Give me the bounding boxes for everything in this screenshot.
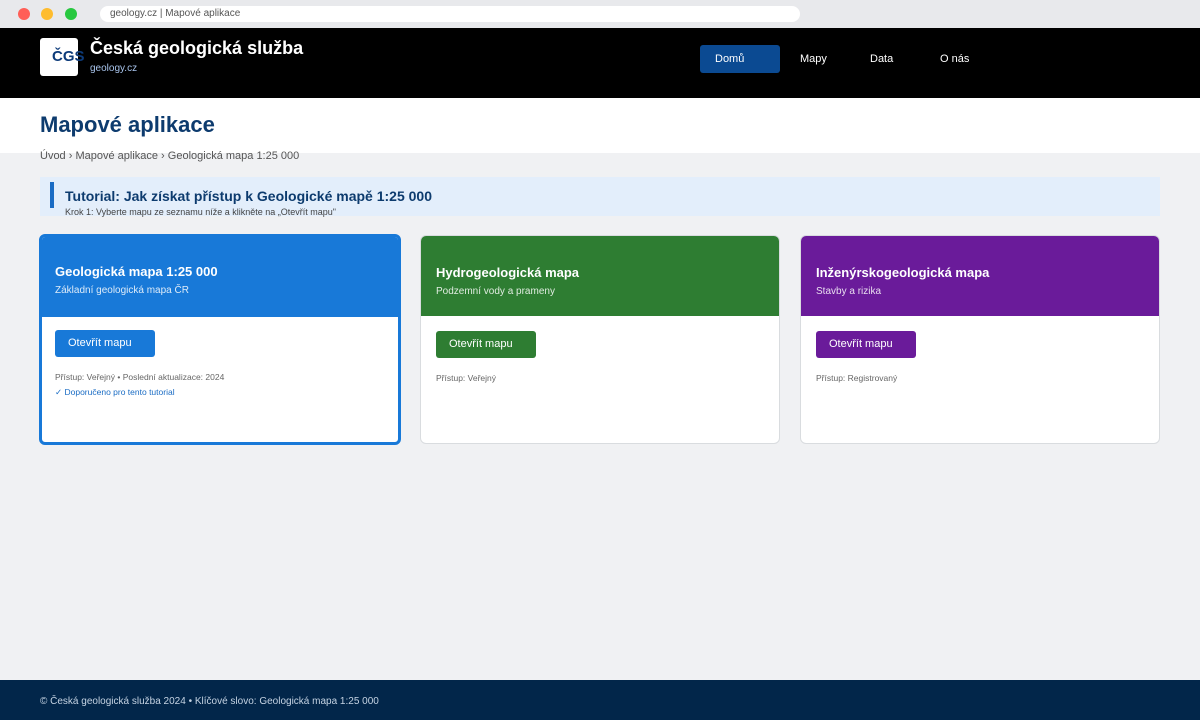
map-card-hydrogeologicka[interactable]: Hydrogeologická mapa Podzemní vody a pra… [420, 235, 780, 444]
maximize-window-icon[interactable] [65, 8, 77, 20]
tutorial-accent-bar [50, 182, 54, 208]
card-title: Inženýrskogeologická mapa [816, 265, 990, 280]
nav-item-mapy[interactable]: Mapy [785, 45, 827, 73]
card-meta: Přístup: Veřejný [436, 373, 497, 383]
card-title: Hydrogeologická mapa [436, 265, 580, 280]
open-map-button[interactable]: Otevřít mapu [816, 331, 916, 358]
card-meta: Přístup: Veřejný • Poslední aktualizace:… [55, 372, 225, 382]
open-map-button[interactable]: Otevřít mapu [436, 331, 536, 358]
page-title: Mapové aplikace [40, 112, 215, 137]
title-band: Mapové aplikace [0, 98, 1200, 153]
minimize-window-icon[interactable] [41, 8, 53, 20]
card-recommendation: ✓ Doporučeno pro tento tutorial [55, 387, 175, 397]
nav-item-domu[interactable]: Domů [700, 45, 780, 73]
footer-text: © Česká geologická služba 2024 • Klíčové… [40, 696, 379, 707]
logo[interactable]: ČGS [40, 38, 85, 76]
card-meta: Přístup: Registrovaný [816, 373, 898, 383]
card-subtitle: Základní geologická mapa ČR [55, 285, 189, 296]
map-card-inzenyrskogeologicka[interactable]: Inženýrskogeologická mapa Stavby a rizik… [800, 235, 1160, 444]
card-subtitle: Stavby a rizika [816, 286, 882, 297]
site-header: ČGS Česká geologická služba geology.cz D… [0, 28, 1200, 98]
browser-chrome: geology.cz | Mapové aplikace [0, 0, 1200, 28]
card-subtitle: Podzemní vody a prameny [436, 286, 555, 297]
address-bar[interactable]: geology.cz | Mapové aplikace [100, 6, 800, 22]
tutorial-banner: Tutorial: Jak získat přístup k Geologick… [40, 177, 1160, 217]
card-title: Geologická mapa 1:25 000 [55, 264, 218, 279]
open-map-button[interactable]: Otevřít mapu [55, 330, 155, 357]
breadcrumb[interactable]: Úvod › Mapové aplikace › Geologická mapa… [40, 150, 299, 162]
site-domain: geology.cz [90, 63, 138, 74]
tutorial-step: Krok 1: Vyberte mapu ze seznamu níže a k… [65, 207, 336, 217]
close-window-icon[interactable] [18, 8, 30, 20]
site-title: Česká geologická služba [90, 38, 304, 58]
site-footer: © Česká geologická služba 2024 • Klíčové… [0, 680, 1200, 720]
nav-item-data[interactable]: Data [855, 45, 893, 73]
map-card-geologicka[interactable]: Geologická mapa 1:25 000 Základní geolog… [39, 234, 401, 445]
card-header: Inženýrskogeologická mapa Stavby a rizik… [801, 236, 1159, 316]
card-header: Geologická mapa 1:25 000 Základní geolog… [42, 237, 398, 317]
card-header: Hydrogeologická mapa Podzemní vody a pra… [421, 236, 779, 316]
nav-item-o-nas[interactable]: O nás [925, 45, 969, 73]
tutorial-title: Tutorial: Jak získat přístup k Geologick… [65, 188, 432, 204]
